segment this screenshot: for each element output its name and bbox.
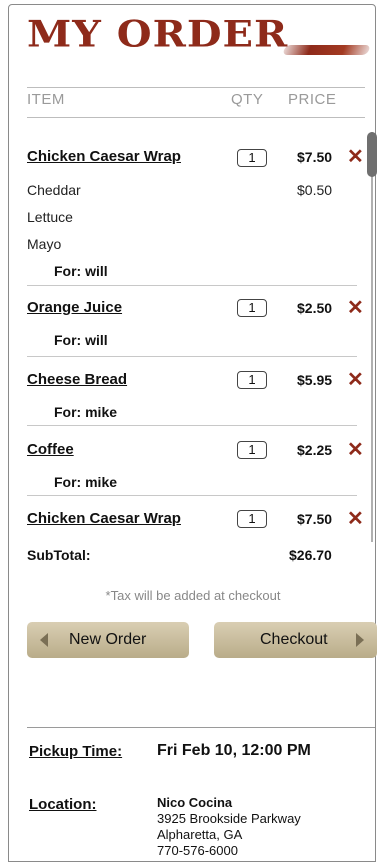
quantity-input[interactable]: 1: [237, 510, 267, 528]
footer-divider: [27, 727, 375, 728]
item-price: $7.50: [297, 511, 333, 527]
arrow-right-icon: [356, 633, 364, 647]
remove-x-icon[interactable]: ✕: [347, 440, 364, 460]
remove-x-icon[interactable]: ✕: [347, 370, 364, 390]
item-for-label: For: will: [54, 332, 108, 348]
item-for-label: For: mike: [54, 474, 118, 490]
item-price: $5.95: [297, 372, 333, 388]
item-divider: [27, 495, 357, 496]
remove-x-icon[interactable]: ✕: [347, 298, 364, 318]
column-header-qty: QTY: [231, 91, 264, 108]
checkout-label: Checkout: [260, 631, 328, 648]
pickup-time-label[interactable]: Pickup Time:: [29, 743, 122, 760]
order-items-list[interactable]: Chicken Caesar Wrap 1 $7.50 ✕ Cheddar $0…: [9, 123, 377, 541]
item-name[interactable]: Coffee: [27, 441, 74, 458]
new-order-label: New Order: [69, 631, 147, 648]
location-label[interactable]: Location:: [29, 796, 97, 813]
item-for-label: For: will: [54, 263, 108, 279]
quantity-input[interactable]: 1: [237, 149, 267, 167]
checkout-button[interactable]: Checkout: [214, 622, 377, 658]
item-price: $2.50: [297, 300, 333, 316]
header-bottom-line: [27, 117, 365, 118]
order-title: MY ORDER: [27, 13, 289, 56]
scrollbar[interactable]: [367, 132, 377, 542]
pickup-time-value: Fri Feb 10, 12:00 PM: [157, 742, 311, 759]
scrollbar-track[interactable]: [371, 132, 373, 542]
arrow-left-icon: [40, 633, 48, 647]
tax-note: *Tax will be added at checkout: [105, 588, 281, 603]
item-price: $2.25: [297, 442, 333, 458]
item-name[interactable]: Cheese Bread: [27, 371, 127, 388]
column-header-price: PRICE: [288, 91, 337, 108]
column-header-item: ITEM: [27, 91, 65, 108]
modifier-price: $0.50: [297, 182, 333, 198]
subtotal-value: $26.70: [289, 547, 332, 563]
location-phone: 770-576-6000: [157, 843, 238, 858]
item-for-label: For: mike: [54, 404, 118, 420]
location-address-line1: 3925 Brookside Parkway: [157, 811, 301, 826]
item-divider: [27, 425, 357, 426]
order-panel: MY ORDER ITEM QTY PRICE Chicken Caesar W…: [8, 4, 377, 862]
brush-stroke-decoration: [282, 45, 371, 55]
location-name: Nico Cocina: [157, 795, 233, 810]
quantity-input[interactable]: 1: [237, 299, 267, 317]
item-divider: [27, 285, 357, 286]
item-divider: [27, 356, 357, 357]
modifier-label: Lettuce: [27, 209, 73, 225]
quantity-input[interactable]: 1: [237, 441, 267, 459]
new-order-button[interactable]: New Order: [27, 622, 189, 658]
modifier-label: Mayo: [27, 236, 62, 252]
item-name[interactable]: Chicken Caesar Wrap: [27, 510, 181, 527]
item-name[interactable]: Chicken Caesar Wrap: [27, 148, 181, 165]
remove-x-icon[interactable]: ✕: [347, 509, 364, 529]
item-price: $7.50: [297, 149, 333, 165]
item-name[interactable]: Orange Juice: [27, 299, 122, 316]
quantity-input[interactable]: 1: [237, 371, 267, 389]
subtotal-label: SubTotal:: [27, 547, 91, 563]
remove-x-icon[interactable]: ✕: [347, 147, 364, 167]
header-top-line: [27, 87, 365, 88]
scrollbar-thumb[interactable]: [367, 132, 377, 177]
modifier-label: Cheddar: [27, 182, 81, 198]
location-address-line2: Alpharetta, GA: [157, 827, 243, 842]
